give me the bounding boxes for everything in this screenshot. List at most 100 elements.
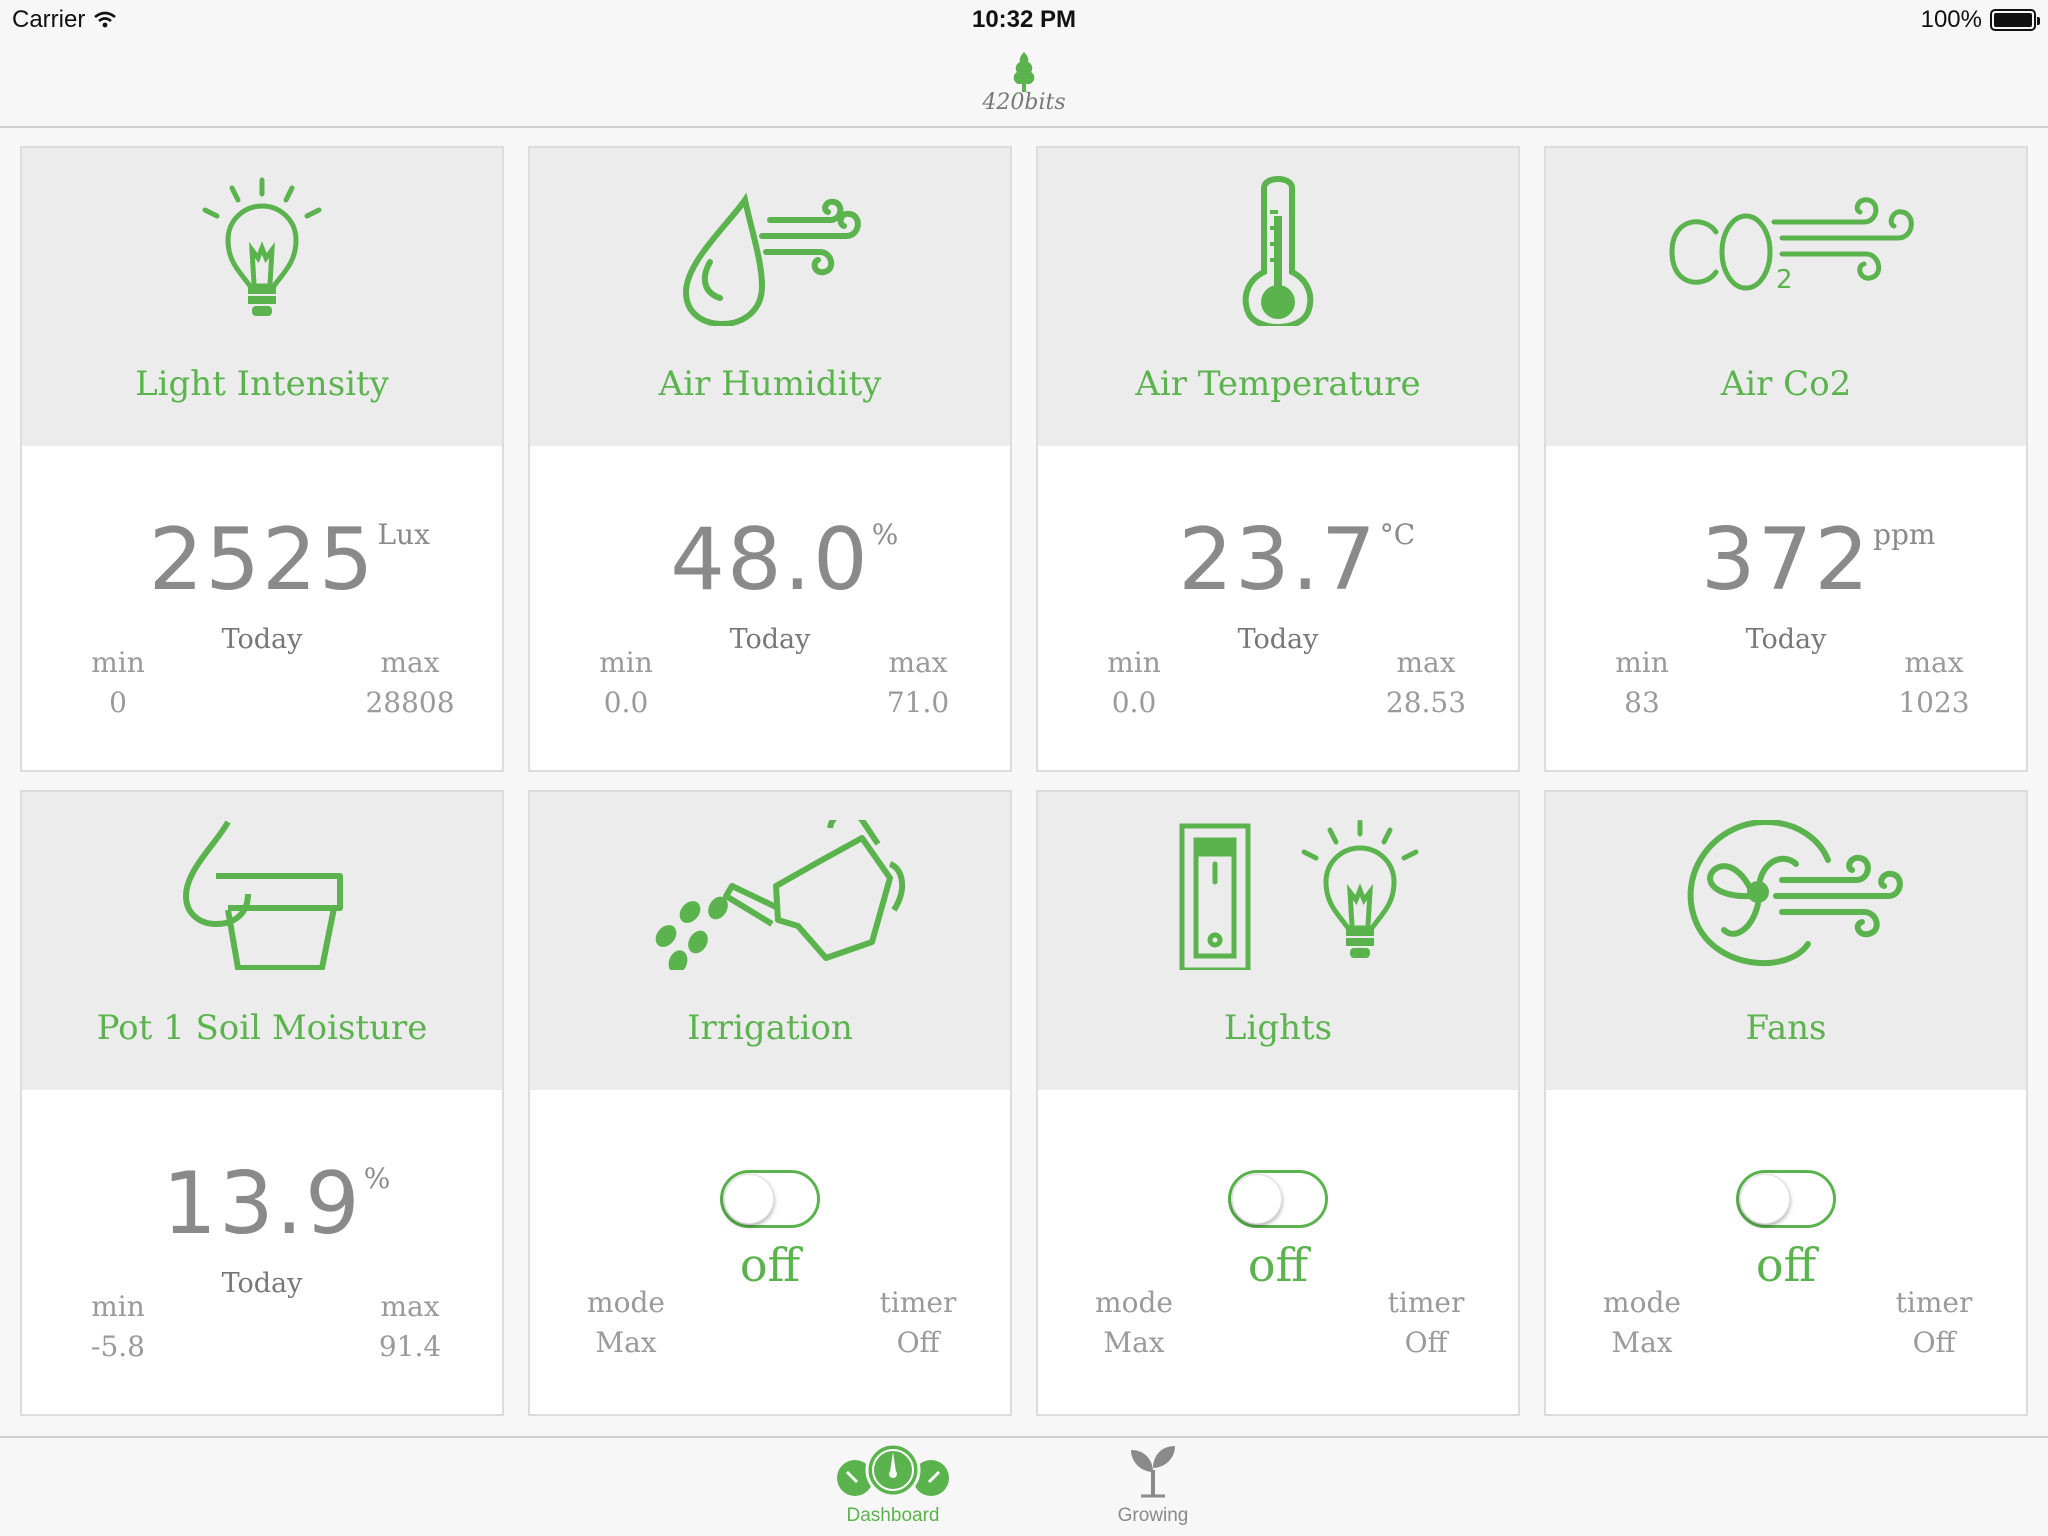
sensor-card-air-temperature[interactable]: Air Temperature 23.7 °C Today min 0.0 max…: [1036, 146, 1520, 772]
timer-value: Off: [1912, 1326, 1956, 1359]
battery-label: 100%: [1920, 6, 1982, 33]
switch-state: off: [739, 1238, 801, 1292]
card-body: 372 ppm Today min 83 max 1023: [1546, 446, 2026, 770]
mode-label: mode: [1603, 1286, 1681, 1319]
timer-label: timer: [1387, 1286, 1465, 1319]
card-title: Pot 1 Soil Moisture: [96, 1008, 428, 1048]
sensor-card-air-humidity[interactable]: Air Humidity 48.0% Today min 0.0 max 71.…: [528, 146, 1012, 772]
card-title: Air Co2: [1720, 364, 1852, 404]
reading: 13.9%: [22, 1154, 502, 1254]
sensor-card-light-intensity[interactable]: Light Intensity 2525 Lux Today min 0 max …: [20, 146, 504, 772]
timer-label: timer: [879, 1286, 957, 1319]
humidity-icon: [682, 192, 861, 326]
sensor-card-air-co2[interactable]: 2 Air Co2 372 ppm Today min 83 max 1023: [1544, 146, 2028, 772]
tab-growing[interactable]: Growing: [1073, 1440, 1233, 1527]
max-value: 28.53: [1385, 686, 1467, 719]
tab-dashboard[interactable]: Dashboard: [813, 1440, 973, 1527]
navigation-bar: 420bits: [0, 40, 2048, 128]
reading-value: 2525 Lux: [148, 510, 430, 610]
reading: 23.7 °C: [1038, 510, 1518, 610]
min-value: 0.0: [1111, 686, 1157, 719]
card-header: Air Humidity: [530, 148, 1010, 446]
fans-toggle[interactable]: [1736, 1170, 1836, 1228]
reading: 2525 Lux: [22, 510, 502, 610]
fan-icon: [1687, 820, 1903, 966]
battery-icon: [1990, 9, 2040, 31]
max-value: 91.4: [378, 1330, 442, 1363]
reading-value: 13.9%: [162, 1154, 391, 1254]
reading-value: 23.7 °C: [1178, 510, 1416, 610]
card-title: Air Temperature: [1135, 364, 1421, 404]
switch-state: off: [1247, 1238, 1309, 1292]
card-header: Pot 1 Soil Moisture: [22, 792, 502, 1090]
card-header: Air Temperature: [1038, 148, 1518, 446]
max-value: 28808: [365, 686, 455, 719]
battery-indicator: 100%: [1920, 6, 2040, 34]
reading-unit: %: [363, 1162, 391, 1195]
reading-unit: ppm: [1873, 518, 1936, 551]
card-header: Fans: [1546, 792, 2026, 1090]
brand-name: 420bits: [982, 90, 1066, 115]
mode-label: mode: [1095, 1286, 1173, 1319]
tree-logo-icon: [1013, 52, 1035, 92]
toggle-knob[interactable]: [724, 1174, 774, 1224]
card-body: off mode Max timer Off: [1546, 1090, 2026, 1414]
thermometer-icon: [1242, 176, 1314, 326]
reading-unit: °C: [1379, 518, 1416, 551]
card-body: 13.9% Today min -5.8 max 91.4: [22, 1090, 502, 1414]
min-label: min: [599, 646, 653, 679]
tab-bar: Dashboard Growing: [0, 1436, 2048, 1536]
watering-can-icon: [655, 820, 906, 970]
max-label: max: [1904, 646, 1964, 679]
card-title: Light Intensity: [135, 364, 389, 404]
min-value: 0: [109, 686, 127, 719]
min-label: min: [91, 1290, 145, 1323]
reading: 372 ppm: [1546, 510, 2026, 610]
card-header: Lights: [1038, 792, 1518, 1090]
sprout-icon: [1131, 1446, 1175, 1498]
card-header: 2 Air Co2: [1546, 148, 2026, 446]
control-card-lights[interactable]: Lights off mode Max timer Off: [1036, 790, 1520, 1416]
card-title: Fans: [1745, 1008, 1827, 1048]
soil-moisture-icon: [183, 820, 343, 970]
mode-value: Max: [595, 1326, 657, 1359]
card-title: Lights: [1223, 1008, 1333, 1048]
max-label: max: [1396, 646, 1456, 679]
svg-text:2: 2: [1776, 265, 1793, 295]
sensor-card-soil-moisture[interactable]: Pot 1 Soil Moisture 13.9% Today min -5.8…: [20, 790, 504, 1416]
reading-unit: Lux: [377, 518, 430, 551]
gauges-icon: [837, 1442, 949, 1498]
card-body: 48.0% Today min 0.0 max 71.0: [530, 446, 1010, 770]
min-label: min: [1615, 646, 1669, 679]
reading-value: 372 ppm: [1700, 510, 1936, 610]
card-header: Irrigation: [530, 792, 1010, 1090]
card-body: off mode Max timer Off: [1038, 1090, 1518, 1414]
max-value: 1023: [1898, 686, 1970, 719]
tab-label: Dashboard: [846, 1505, 940, 1526]
tab-label: Growing: [1117, 1505, 1189, 1526]
co2-icon: 2: [1669, 197, 1914, 295]
switch-state: off: [1755, 1238, 1817, 1292]
min-label: min: [1107, 646, 1161, 679]
reading-value: 48.0%: [670, 510, 899, 610]
toggle-knob[interactable]: [1232, 1174, 1282, 1224]
toggle-knob[interactable]: [1740, 1174, 1790, 1224]
timer-value: Off: [1404, 1326, 1448, 1359]
light-switch-icon: [1179, 820, 1419, 970]
max-label: max: [380, 1290, 440, 1323]
card-body: 2525 Lux Today min 0 max 28808: [22, 446, 502, 770]
min-value: -5.8: [91, 1330, 145, 1363]
max-value: 71.0: [886, 686, 950, 719]
timer-value: Off: [896, 1326, 940, 1359]
irrigation-toggle[interactable]: [720, 1170, 820, 1228]
control-card-fans[interactable]: Fans off mode Max timer Off: [1544, 790, 2028, 1416]
control-card-irrigation[interactable]: Irrigation off mode Max timer Off: [528, 790, 1012, 1416]
card-body: 23.7 °C Today min 0.0 max 28.53: [1038, 446, 1518, 770]
card-header: Light Intensity: [22, 148, 502, 446]
lights-toggle[interactable]: [1228, 1170, 1328, 1228]
min-value: 0.0: [603, 686, 649, 719]
status-time: 10:32 PM: [971, 6, 1077, 33]
reading-unit: %: [871, 518, 899, 551]
min-label: min: [91, 646, 145, 679]
min-value: 83: [1624, 686, 1660, 719]
